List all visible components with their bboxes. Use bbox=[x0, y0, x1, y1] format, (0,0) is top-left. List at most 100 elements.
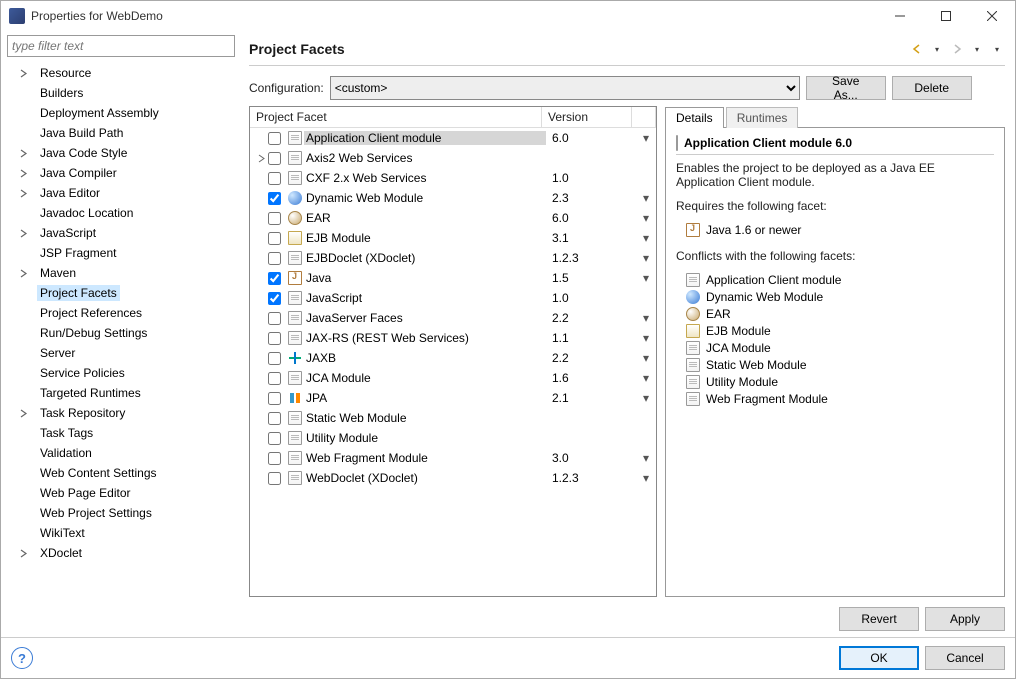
version-dropdown-icon[interactable]: ▾ bbox=[636, 371, 656, 385]
facet-checkbox[interactable] bbox=[268, 352, 286, 365]
version-dropdown-icon[interactable]: ▾ bbox=[636, 471, 656, 485]
facet-checkbox[interactable] bbox=[268, 412, 286, 425]
col-version[interactable]: Version bbox=[542, 107, 632, 127]
sidebar-item-java-compiler[interactable]: Java Compiler bbox=[7, 163, 235, 183]
version-dropdown-icon[interactable]: ▾ bbox=[636, 131, 656, 145]
table-row[interactable]: Java1.5▾ bbox=[250, 268, 656, 288]
version-dropdown-icon[interactable]: ▾ bbox=[636, 391, 656, 405]
minimize-button[interactable] bbox=[877, 1, 923, 31]
sidebar-item-javadoc-location[interactable]: Javadoc Location bbox=[7, 203, 235, 223]
facet-checkbox[interactable] bbox=[268, 292, 286, 305]
tab-runtimes[interactable]: Runtimes bbox=[726, 107, 799, 128]
sidebar-item-maven[interactable]: Maven bbox=[7, 263, 235, 283]
table-row[interactable]: Application Client module6.0▾ bbox=[250, 128, 656, 148]
facet-checkbox[interactable] bbox=[268, 372, 286, 385]
chevron-right-icon[interactable] bbox=[19, 169, 28, 178]
version-dropdown-icon[interactable]: ▾ bbox=[636, 451, 656, 465]
table-row[interactable]: Dynamic Web Module2.3▾ bbox=[250, 188, 656, 208]
chevron-right-icon[interactable] bbox=[19, 149, 28, 158]
table-row[interactable]: JavaServer Faces2.2▾ bbox=[250, 308, 656, 328]
sidebar-item-java-build-path[interactable]: Java Build Path bbox=[7, 123, 235, 143]
facet-checkbox[interactable] bbox=[268, 312, 286, 325]
delete-button[interactable]: Delete bbox=[892, 76, 972, 100]
sidebar-item-project-references[interactable]: Project References bbox=[7, 303, 235, 323]
chevron-right-icon[interactable] bbox=[19, 69, 28, 78]
close-button[interactable] bbox=[969, 1, 1015, 31]
table-row[interactable]: JCA Module1.6▾ bbox=[250, 368, 656, 388]
table-row[interactable]: CXF 2.x Web Services1.0 bbox=[250, 168, 656, 188]
sidebar-item-deployment-assembly[interactable]: Deployment Assembly bbox=[7, 103, 235, 123]
table-row[interactable]: JPA2.1▾ bbox=[250, 388, 656, 408]
apply-button[interactable]: Apply bbox=[925, 607, 1005, 631]
facet-checkbox[interactable] bbox=[268, 452, 286, 465]
table-row[interactable]: Utility Module bbox=[250, 428, 656, 448]
sidebar-item-java-editor[interactable]: Java Editor bbox=[7, 183, 235, 203]
chevron-right-icon[interactable] bbox=[19, 409, 28, 418]
sidebar-item-web-content-settings[interactable]: Web Content Settings bbox=[7, 463, 235, 483]
ok-button[interactable]: OK bbox=[839, 646, 919, 670]
sidebar-item-service-policies[interactable]: Service Policies bbox=[7, 363, 235, 383]
sidebar-item-task-repository[interactable]: Task Repository bbox=[7, 403, 235, 423]
expand-icon[interactable] bbox=[254, 154, 268, 163]
table-row[interactable]: JAXB2.2▾ bbox=[250, 348, 656, 368]
col-facet[interactable]: Project Facet bbox=[250, 107, 542, 127]
sidebar-item-wikitext[interactable]: WikiText bbox=[7, 523, 235, 543]
configuration-select[interactable]: <custom> bbox=[330, 76, 800, 100]
chevron-right-icon[interactable] bbox=[19, 269, 28, 278]
cancel-button[interactable]: Cancel bbox=[925, 646, 1005, 670]
table-row[interactable]: EJB Module3.1▾ bbox=[250, 228, 656, 248]
sidebar-item-validation[interactable]: Validation bbox=[7, 443, 235, 463]
sidebar-item-project-facets[interactable]: Project Facets bbox=[7, 283, 235, 303]
version-dropdown-icon[interactable]: ▾ bbox=[636, 271, 656, 285]
facet-checkbox[interactable] bbox=[268, 272, 286, 285]
sidebar-item-task-tags[interactable]: Task Tags bbox=[7, 423, 235, 443]
sidebar-item-javascript[interactable]: JavaScript bbox=[7, 223, 235, 243]
facet-checkbox[interactable] bbox=[268, 132, 286, 145]
revert-button[interactable]: Revert bbox=[839, 607, 919, 631]
facet-checkbox[interactable] bbox=[268, 192, 286, 205]
version-dropdown-icon[interactable]: ▾ bbox=[636, 351, 656, 365]
table-row[interactable]: Web Fragment Module3.0▾ bbox=[250, 448, 656, 468]
sidebar-item-xdoclet[interactable]: XDoclet bbox=[7, 543, 235, 563]
facet-checkbox[interactable] bbox=[268, 392, 286, 405]
filter-input[interactable] bbox=[7, 35, 235, 57]
version-dropdown-icon[interactable]: ▾ bbox=[636, 211, 656, 225]
facet-checkbox[interactable] bbox=[268, 432, 286, 445]
view-menu-icon[interactable] bbox=[989, 41, 1005, 57]
facet-checkbox[interactable] bbox=[268, 472, 286, 485]
chevron-right-icon[interactable] bbox=[19, 549, 28, 558]
back-menu-icon[interactable] bbox=[929, 41, 945, 57]
table-row[interactable]: JAX-RS (REST Web Services)1.1▾ bbox=[250, 328, 656, 348]
save-as-button[interactable]: Save As... bbox=[806, 76, 886, 100]
facet-checkbox[interactable] bbox=[268, 152, 286, 165]
chevron-right-icon[interactable] bbox=[19, 229, 28, 238]
table-row[interactable]: EJBDoclet (XDoclet)1.2.3▾ bbox=[250, 248, 656, 268]
sidebar-item-builders[interactable]: Builders bbox=[7, 83, 235, 103]
back-icon[interactable] bbox=[909, 41, 925, 57]
sidebar-item-targeted-runtimes[interactable]: Targeted Runtimes bbox=[7, 383, 235, 403]
facet-checkbox[interactable] bbox=[268, 332, 286, 345]
facet-checkbox[interactable] bbox=[268, 172, 286, 185]
table-row[interactable]: Axis2 Web Services bbox=[250, 148, 656, 168]
version-dropdown-icon[interactable]: ▾ bbox=[636, 311, 656, 325]
sidebar-item-server[interactable]: Server bbox=[7, 343, 235, 363]
forward-menu-icon[interactable] bbox=[969, 41, 985, 57]
maximize-button[interactable] bbox=[923, 1, 969, 31]
table-row[interactable]: EAR6.0▾ bbox=[250, 208, 656, 228]
facet-checkbox[interactable] bbox=[268, 232, 286, 245]
version-dropdown-icon[interactable]: ▾ bbox=[636, 231, 656, 245]
sidebar-item-java-code-style[interactable]: Java Code Style bbox=[7, 143, 235, 163]
sidebar-item-run-debug-settings[interactable]: Run/Debug Settings bbox=[7, 323, 235, 343]
sidebar-item-web-project-settings[interactable]: Web Project Settings bbox=[7, 503, 235, 523]
version-dropdown-icon[interactable]: ▾ bbox=[636, 191, 656, 205]
version-dropdown-icon[interactable]: ▾ bbox=[636, 331, 656, 345]
chevron-right-icon[interactable] bbox=[19, 189, 28, 198]
table-row[interactable]: WebDoclet (XDoclet)1.2.3▾ bbox=[250, 468, 656, 488]
sidebar-item-resource[interactable]: Resource bbox=[7, 63, 235, 83]
facet-checkbox[interactable] bbox=[268, 212, 286, 225]
forward-icon[interactable] bbox=[949, 41, 965, 57]
tab-details[interactable]: Details bbox=[665, 107, 724, 128]
sidebar-item-jsp-fragment[interactable]: JSP Fragment bbox=[7, 243, 235, 263]
help-icon[interactable]: ? bbox=[11, 647, 33, 669]
table-row[interactable]: JavaScript1.0 bbox=[250, 288, 656, 308]
